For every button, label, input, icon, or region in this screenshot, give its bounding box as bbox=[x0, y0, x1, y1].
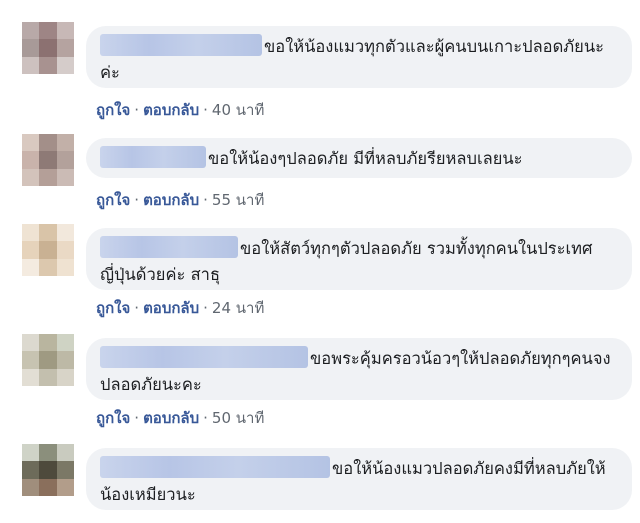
separator-dot: · bbox=[203, 101, 208, 119]
avatar-pixel bbox=[39, 151, 57, 169]
commenter-name-blurred[interactable] bbox=[100, 236, 238, 258]
avatar-pixel bbox=[22, 351, 40, 369]
commenter-name-blurred[interactable] bbox=[100, 146, 206, 168]
comment-bubble: ขอให้น้องๆปลอดภัย มีที่หลบภัยรียหลบเลยนะ bbox=[86, 138, 632, 178]
comment-bubble: ขอให้น้องแมวทุกตัวและผู้คนบนเกาะปลอดภัยน… bbox=[86, 26, 632, 88]
avatar-pixel bbox=[22, 241, 40, 259]
avatar-pixel bbox=[56, 134, 74, 152]
separator-dot: · bbox=[134, 191, 140, 209]
avatar-pixel bbox=[39, 224, 57, 242]
avatar-pixel bbox=[39, 334, 57, 352]
comment-actions: ถูกใจ · ตอบกลับ · 24 นาที bbox=[96, 296, 264, 320]
avatar-pixel bbox=[39, 168, 57, 186]
avatar-pixel bbox=[56, 444, 74, 462]
avatar-pixel bbox=[22, 258, 40, 276]
comment-item: ขอพระคุ้มครอวน้อวๆให้ปลอดภัยทุกๆคนจงปลอด… bbox=[22, 334, 632, 434]
comment-timestamp[interactable]: 40 นาที bbox=[212, 101, 264, 119]
avatar[interactable] bbox=[22, 224, 74, 276]
avatar-pixel bbox=[22, 224, 40, 242]
avatar-pixel bbox=[22, 334, 40, 352]
separator-dot: · bbox=[134, 299, 140, 317]
comment-item: ขอให้น้องแมวปลอดภัยคงมีที่หลบภัยให้น้องเ… bbox=[22, 444, 632, 523]
avatar-pixel bbox=[56, 351, 74, 369]
separator-dot: · bbox=[203, 409, 208, 427]
avatar-pixel bbox=[39, 241, 57, 259]
separator-dot: · bbox=[203, 299, 208, 317]
avatar-pixel bbox=[56, 478, 74, 496]
avatar-pixel bbox=[39, 134, 57, 152]
avatar-pixel bbox=[22, 444, 40, 462]
separator-dot: · bbox=[203, 191, 208, 209]
avatar-pixel bbox=[39, 478, 57, 496]
avatar-pixel bbox=[22, 56, 40, 74]
avatar-pixel bbox=[22, 478, 40, 496]
avatar-pixel bbox=[56, 151, 74, 169]
avatar[interactable] bbox=[22, 334, 74, 386]
commenter-name-blurred[interactable] bbox=[100, 346, 308, 368]
avatar[interactable] bbox=[22, 22, 74, 74]
avatar[interactable] bbox=[22, 134, 74, 186]
avatar-pixel bbox=[56, 224, 74, 242]
avatar-pixel bbox=[22, 22, 40, 40]
avatar-pixel bbox=[22, 168, 40, 186]
separator-dot: · bbox=[134, 101, 140, 119]
avatar-pixel bbox=[22, 151, 40, 169]
separator-dot: · bbox=[134, 409, 140, 427]
comment-bubble: ขอให้สัตว์ทุกๆตัวปลอดภัย รวมทั้งทุกคนในป… bbox=[86, 228, 632, 290]
avatar-pixel bbox=[39, 444, 57, 462]
avatar-pixel bbox=[39, 22, 57, 40]
comment-bubble: ขอให้น้องแมวปลอดภัยคงมีที่หลบภัยให้น้องเ… bbox=[86, 448, 632, 510]
like-button[interactable]: ถูกใจ bbox=[96, 101, 130, 119]
avatar-pixel bbox=[56, 241, 74, 259]
avatar-pixel bbox=[22, 461, 40, 479]
avatar-pixel bbox=[39, 56, 57, 74]
comment-actions: ถูกใจ · ตอบกลับ · 50 นาที bbox=[96, 406, 264, 430]
reply-button[interactable]: ตอบกลับ bbox=[143, 101, 199, 119]
comment-item: ขอให้น้องๆปลอดภัย มีที่หลบภัยรียหลบเลยนะ… bbox=[22, 134, 632, 214]
avatar-pixel bbox=[22, 39, 40, 57]
commenter-name-blurred[interactable] bbox=[100, 34, 262, 56]
comment-timestamp[interactable]: 50 นาที bbox=[212, 409, 264, 427]
avatar-pixel bbox=[39, 39, 57, 57]
like-button[interactable]: ถูกใจ bbox=[96, 409, 130, 427]
reply-button[interactable]: ตอบกลับ bbox=[143, 409, 199, 427]
like-button[interactable]: ถูกใจ bbox=[96, 299, 130, 317]
reply-button[interactable]: ตอบกลับ bbox=[143, 191, 199, 209]
reply-button[interactable]: ตอบกลับ bbox=[143, 299, 199, 317]
avatar-pixel bbox=[56, 56, 74, 74]
avatar-pixel bbox=[56, 258, 74, 276]
avatar-pixel bbox=[22, 134, 40, 152]
comment-timestamp[interactable]: 24 นาที bbox=[212, 299, 264, 317]
avatar-pixel bbox=[39, 461, 57, 479]
like-button[interactable]: ถูกใจ bbox=[96, 191, 130, 209]
avatar-pixel bbox=[22, 368, 40, 386]
avatar-pixel bbox=[39, 351, 57, 369]
comment-bubble: ขอพระคุ้มครอวน้อวๆให้ปลอดภัยทุกๆคนจงปลอด… bbox=[86, 338, 632, 400]
comment-actions: ถูกใจ · ตอบกลับ · 55 นาที bbox=[96, 188, 264, 212]
avatar-pixel bbox=[39, 258, 57, 276]
comment-timestamp[interactable]: 55 นาที bbox=[212, 191, 264, 209]
avatar-pixel bbox=[56, 39, 74, 57]
comment-item: ขอให้สัตว์ทุกๆตัวปลอดภัย รวมทั้งทุกคนในป… bbox=[22, 224, 632, 324]
comment-feed: ขอให้น้องแมวทุกตัวและผู้คนบนเกาะปลอดภัยน… bbox=[0, 0, 640, 523]
comment-text: ขอให้น้องๆปลอดภัย มีที่หลบภัยรียหลบเลยนะ bbox=[208, 149, 523, 168]
comment-actions: ถูกใจ · ตอบกลับ · 40 นาที bbox=[96, 98, 264, 122]
avatar-pixel bbox=[56, 334, 74, 352]
comment-item: ขอให้น้องแมวทุกตัวและผู้คนบนเกาะปลอดภัยน… bbox=[22, 22, 632, 122]
avatar-pixel bbox=[56, 168, 74, 186]
avatar-pixel bbox=[39, 368, 57, 386]
avatar-pixel bbox=[56, 368, 74, 386]
avatar[interactable] bbox=[22, 444, 74, 496]
avatar-pixel bbox=[56, 461, 74, 479]
avatar-pixel bbox=[56, 22, 74, 40]
commenter-name-blurred[interactable] bbox=[100, 456, 330, 478]
